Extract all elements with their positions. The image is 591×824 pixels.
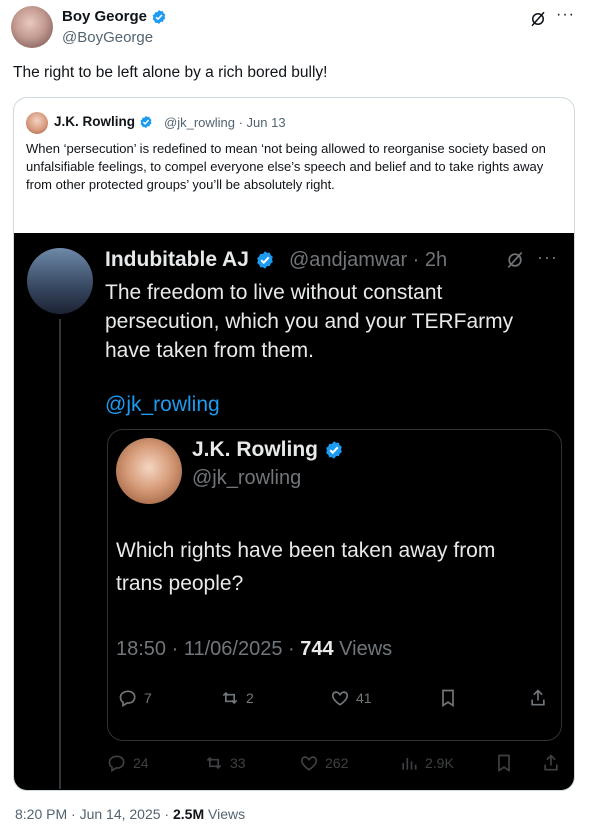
reply-text: The freedom to live without constant per… xyxy=(105,281,514,362)
quoted-author-name-row[interactable]: J.K. Rowling xyxy=(54,114,153,129)
verified-badge-icon xyxy=(326,441,342,460)
tweet-views-count: 2.5M xyxy=(172,806,205,822)
author-handle[interactable]: @BoyGeorge xyxy=(62,29,153,46)
reply-repost-count: 33 xyxy=(230,755,246,771)
grok-icon[interactable] xyxy=(529,10,547,33)
inner-share-action xyxy=(528,688,548,708)
quoted-author-avatar[interactable] xyxy=(26,112,48,134)
like-icon xyxy=(331,691,349,706)
reply-author-handle: @andjamwar · 2h xyxy=(289,249,448,271)
quoted-author-handle[interactable]: @jk_rowling · Jun 13 xyxy=(164,115,286,130)
inner-bookmark-action xyxy=(438,688,458,708)
inner-tweet-text: Which rights have been taken away from t… xyxy=(116,539,496,595)
inner-reply-action: 7 xyxy=(118,688,152,708)
reply-repost-action: 33 xyxy=(204,753,246,773)
reply-reply-count: 24 xyxy=(133,755,149,771)
thread-line xyxy=(59,319,61,789)
inner-views-count: 744 xyxy=(300,638,334,660)
inner-timestamp: 18:50 · 11/06/2025 · xyxy=(116,638,301,660)
verified-badge-icon xyxy=(140,116,152,129)
reply-author-avatar xyxy=(27,248,93,314)
share-icon xyxy=(531,689,545,706)
tweet-timestamp[interactable]: 8:20 PM · Jun 14, 2025 · xyxy=(15,806,173,822)
inner-like-count: 41 xyxy=(356,690,372,706)
like-icon xyxy=(300,756,318,771)
inner-tweet-meta: 18:50 · 11/06/2025 · 744 Views xyxy=(116,638,392,661)
views-icon xyxy=(402,758,417,770)
reply-reply-action: 24 xyxy=(107,753,149,773)
author-name-row[interactable]: Boy George xyxy=(62,8,167,25)
tweet-views-label: Views xyxy=(204,806,246,822)
tweet-text: The right to be left alone by a rich bor… xyxy=(13,64,328,81)
reply-bookmark-action xyxy=(494,753,514,773)
reply-like-count: 262 xyxy=(325,755,349,771)
author-name[interactable]: Boy George xyxy=(62,8,147,25)
bookmark-icon xyxy=(498,754,510,773)
reply-mention: @jk_rowling xyxy=(105,393,220,416)
reply-views-action: 2.9K xyxy=(399,753,454,773)
reply-views-count: 2.9K xyxy=(425,755,454,771)
verified-badge-icon xyxy=(152,10,166,25)
inner-views-label: Views xyxy=(333,638,393,660)
inner-author-handle: @jk_rowling xyxy=(192,467,302,489)
reply-icon xyxy=(119,690,136,707)
inner-author-name-row: J.K. Rowling xyxy=(192,438,344,462)
inner-author-avatar xyxy=(116,438,182,504)
share-icon xyxy=(544,754,558,771)
inner-repost-action: 2 xyxy=(220,688,254,708)
reply-like-action: 262 xyxy=(299,753,348,773)
reply-share-action xyxy=(541,753,561,773)
inner-reply-count: 7 xyxy=(144,690,152,706)
bookmark-icon xyxy=(442,689,454,708)
more-icon[interactable]: ··· xyxy=(556,6,575,24)
repost-icon xyxy=(222,691,238,705)
inner-like-action: 41 xyxy=(330,688,372,708)
grok-icon xyxy=(505,250,525,276)
reply-author-name: Indubitable AJ xyxy=(105,248,249,271)
repost-icon xyxy=(206,756,222,770)
embedded-screenshot: Indubitable AJ @andjamwar · 2h ··· The f… xyxy=(14,233,574,790)
inner-repost-count: 2 xyxy=(246,690,254,706)
inner-author-name: J.K. Rowling xyxy=(192,438,318,461)
tweet-timestamp-row[interactable]: 8:20 PM · Jun 14, 2025 · 2.5M Views xyxy=(15,806,245,822)
inner-quoted-tweet: J.K. Rowling @jk_rowling Which rights ha… xyxy=(107,429,562,741)
quoted-tweet-card[interactable]: J.K. Rowling @jk_rowling · Jun 13 When ‘… xyxy=(13,97,575,791)
quoted-author-name[interactable]: J.K. Rowling xyxy=(54,114,135,129)
reply-author-name-row: Indubitable AJ xyxy=(105,248,275,272)
more-icon: ··· xyxy=(537,247,558,267)
verified-badge-icon xyxy=(256,251,273,270)
quoted-tweet-text: When ‘persecution’ is redefined to mean … xyxy=(26,141,546,192)
author-avatar[interactable] xyxy=(11,6,53,48)
reply-icon xyxy=(108,755,125,772)
